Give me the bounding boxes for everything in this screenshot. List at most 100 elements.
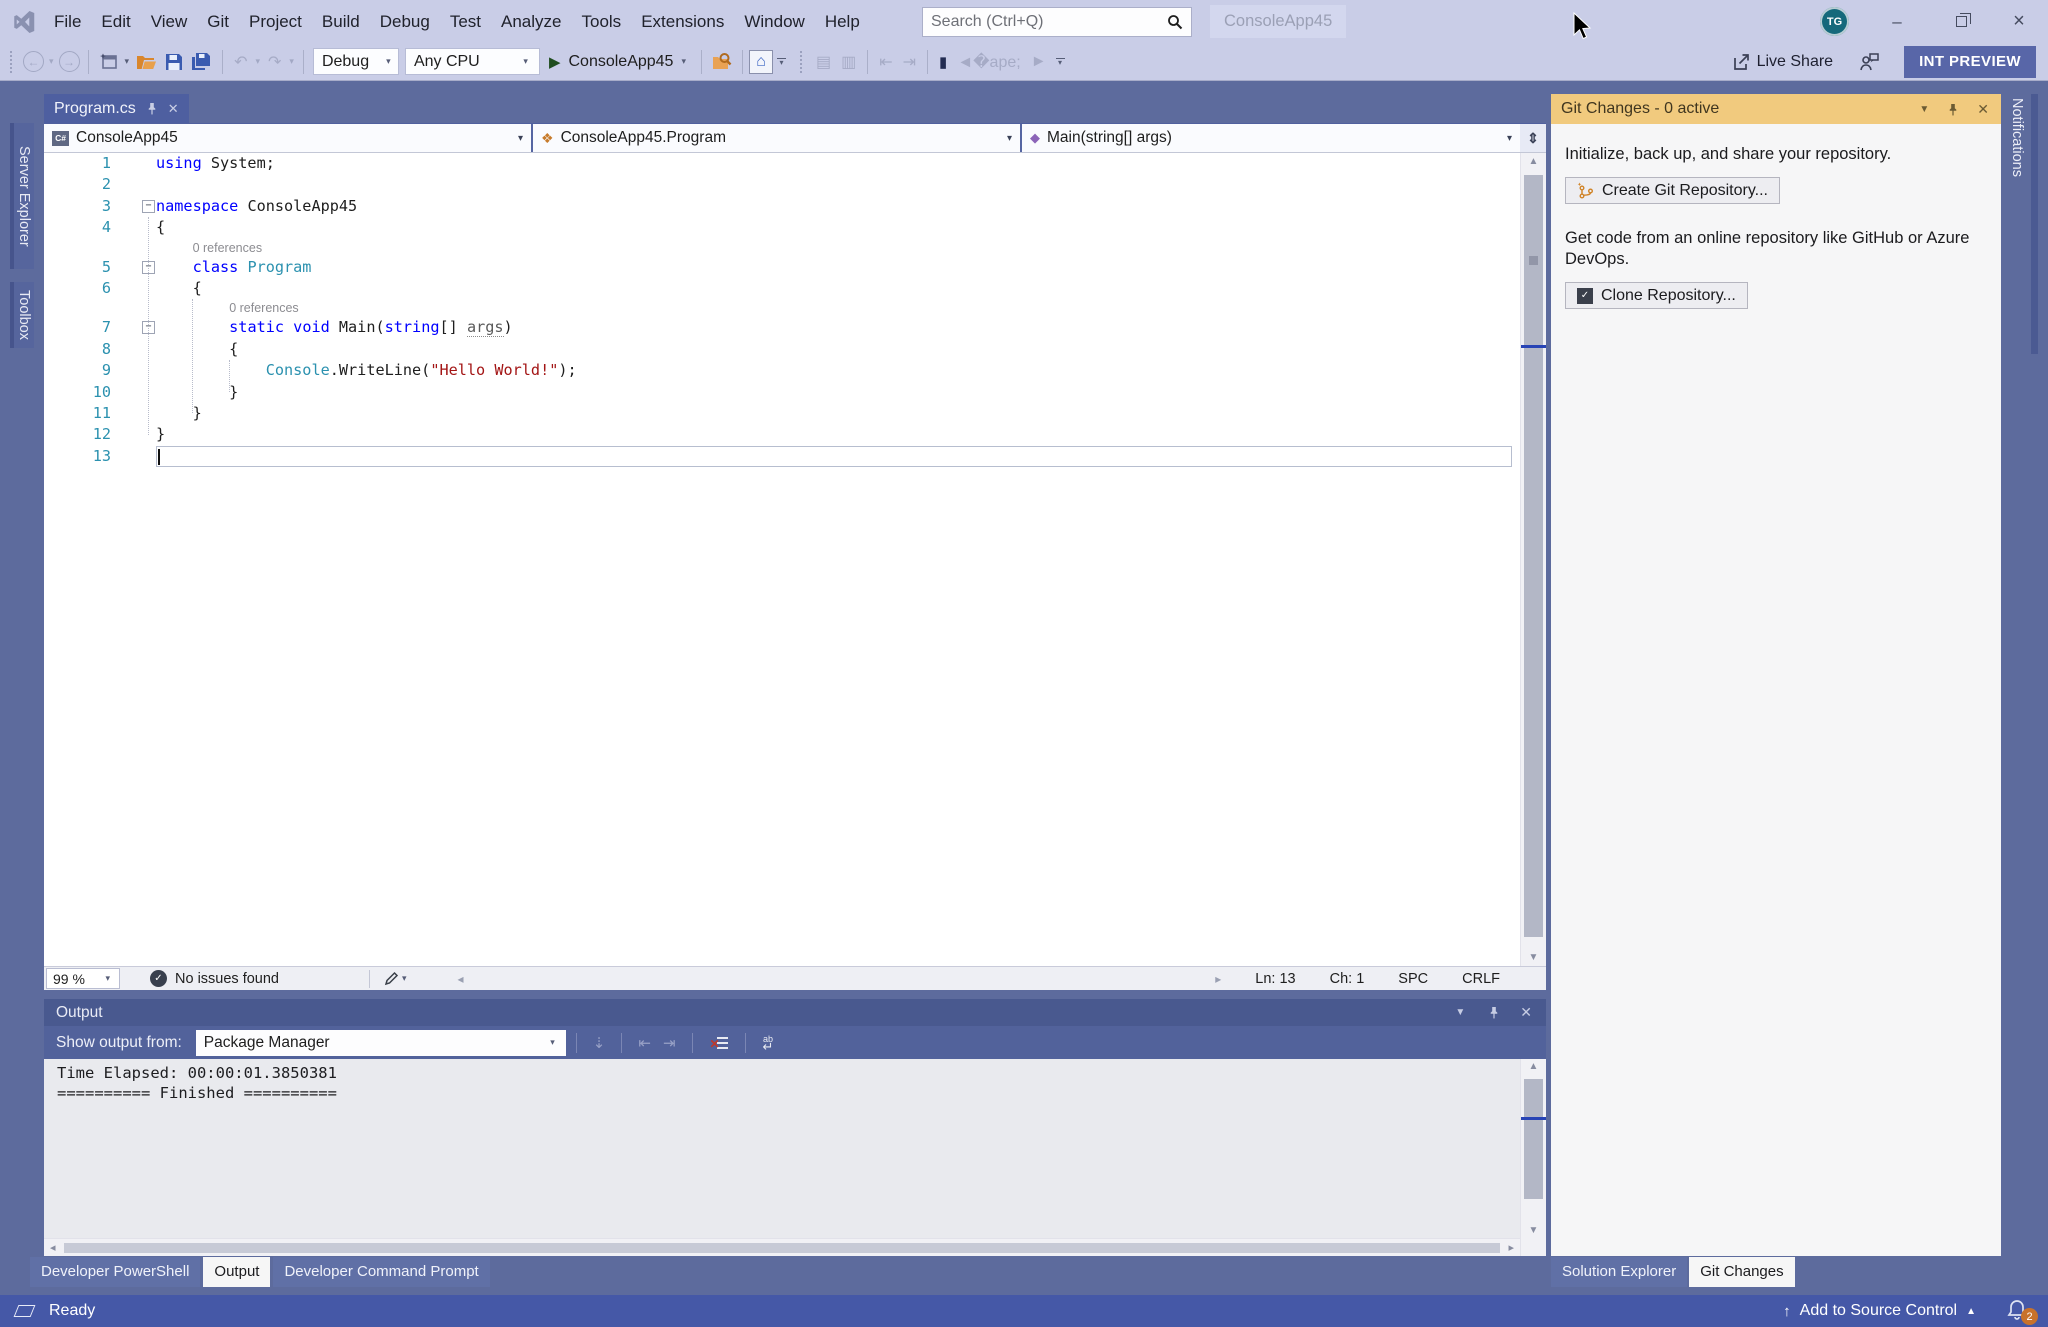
editor-vertical-scrollbar[interactable]: ▲ ▼ [1520, 153, 1546, 966]
undo-dropdown-icon[interactable]: ▾ [255, 56, 260, 67]
create-git-repository-button[interactable]: Create Git Repository... [1565, 177, 1780, 204]
goto-message-icon[interactable]: ⇣ [593, 1034, 606, 1052]
next-message-icon[interactable]: ⇥ [663, 1034, 676, 1052]
code-line[interactable]: 9 Console.WriteLine("Hello World!"); [44, 360, 1520, 381]
next-bookmark-icon[interactable]: ► [1031, 53, 1047, 71]
tab-server-explorer[interactable]: Server Explorer [10, 123, 34, 269]
pin-icon[interactable] [1488, 1006, 1500, 1019]
toolbar-overflow-icon[interactable]: ▾ [1056, 58, 1065, 66]
codelens-line[interactable]: 0 references [44, 239, 1520, 257]
collapse-region-icon[interactable] [142, 200, 155, 213]
code-line[interactable]: 13 [44, 446, 1520, 467]
undo-icon[interactable]: ↶ [234, 52, 247, 72]
solution-platform-dropdown[interactable]: Any CPU ▾ [405, 48, 540, 75]
start-debugging-button[interactable]: ▶ ConsoleApp45 ▾ [549, 53, 689, 71]
menu-project[interactable]: Project [239, 0, 312, 43]
search-input[interactable] [923, 13, 1167, 31]
scroll-left-icon[interactable]: ◂ [458, 972, 464, 986]
menu-tools[interactable]: Tools [572, 0, 632, 43]
redo-icon[interactable]: ↷ [268, 52, 281, 72]
minimize-button[interactable]: – [1880, 0, 1914, 43]
tab-output[interactable]: Output [203, 1257, 270, 1287]
tab-notifications[interactable]: Notifications [2004, 94, 2030, 254]
menu-edit[interactable]: Edit [91, 0, 140, 43]
member-dropdown[interactable]: ◆ Main(string[] args) ▾ [1022, 124, 1520, 152]
toolbar-grip-icon[interactable] [800, 51, 805, 73]
code-line[interactable]: 3namespace ConsoleApp45 [44, 196, 1520, 217]
clone-repository-button[interactable]: ✓ Clone Repository... [1565, 282, 1748, 309]
code-line[interactable]: 8 { [44, 339, 1520, 360]
notifications-bell-button[interactable]: 2 [2006, 1299, 2032, 1323]
code-line[interactable]: 2 [44, 174, 1520, 195]
chevron-up-icon[interactable]: ▲ [1966, 1306, 1976, 1317]
live-share-label[interactable]: Live Share [1757, 53, 1834, 71]
line-ending-indicator[interactable]: CRLF [1462, 971, 1500, 987]
output-source-dropdown[interactable]: Package Manager ▾ [196, 1030, 566, 1056]
code-editor[interactable]: 1using System;23namespace ConsoleApp454{… [44, 153, 1546, 966]
code-text[interactable]: } [156, 403, 1512, 424]
code-text[interactable]: namespace ConsoleApp45 [156, 196, 1512, 217]
code-text[interactable]: } [156, 424, 1512, 445]
type-dropdown[interactable]: ❖ ConsoleApp45.Program ▾ [533, 124, 1022, 152]
issues-check-icon[interactable]: ✓ [150, 970, 167, 987]
scroll-down-icon[interactable]: ▼ [1521, 952, 1546, 963]
project-dropdown[interactable]: ConsoleApp45 ▾ [44, 124, 533, 152]
add-to-source-control-button[interactable]: Add to Source Control [1800, 1302, 1957, 1320]
tab-developer-powershell[interactable]: Developer PowerShell [30, 1257, 200, 1287]
close-panel-icon[interactable]: ✕ [1977, 101, 1989, 118]
live-share-icon[interactable] [1732, 52, 1751, 71]
close-window-button[interactable]: × [2002, 0, 2036, 43]
output-panel-header[interactable]: Output ▼ ✕ [44, 999, 1546, 1026]
code-line[interactable]: 7 static void Main(string[] args) [44, 317, 1520, 338]
scroll-right-icon[interactable]: ▸ [1508, 1241, 1514, 1254]
close-tab-icon[interactable]: ✕ [168, 101, 179, 117]
menu-test[interactable]: Test [440, 0, 491, 43]
menu-window[interactable]: Window [734, 0, 814, 43]
codelens-references[interactable]: 0 references [193, 239, 262, 257]
menu-file[interactable]: File [44, 0, 91, 43]
parameter-info-icon[interactable]: ▥ [841, 52, 856, 72]
split-window-button[interactable]: ⇕ [1520, 124, 1546, 152]
menu-git[interactable]: Git [197, 0, 239, 43]
codelens-references[interactable]: 0 references [229, 299, 298, 317]
output-content[interactable]: Time Elapsed: 00:00:01.3850381 =========… [44, 1059, 1546, 1256]
find-in-files-icon[interactable] [712, 52, 732, 71]
scroll-right-icon[interactable]: ▸ [1215, 972, 1221, 986]
navigate-backward-icon[interactable]: ← [23, 51, 44, 72]
spaces-indicator[interactable]: SPC [1398, 971, 1428, 987]
pin-icon[interactable] [146, 102, 158, 115]
code-text[interactable]: { [156, 278, 1512, 299]
pin-icon[interactable] [1947, 103, 1959, 116]
code-text[interactable]: static void Main(string[] args) [156, 317, 1512, 338]
tab-toolbox[interactable]: Toolbox [10, 282, 34, 348]
tab-git-changes[interactable]: Git Changes [1689, 1257, 1794, 1287]
solution-configuration-dropdown[interactable]: Debug ▾ [313, 48, 399, 75]
decrease-indent-icon[interactable]: ⇤ [879, 52, 892, 72]
toolbar-grip-icon[interactable] [10, 51, 15, 73]
menu-build[interactable]: Build [312, 0, 370, 43]
code-line[interactable]: 11 } [44, 403, 1520, 424]
new-project-icon[interactable] [99, 52, 118, 71]
code-line[interactable]: 12} [44, 424, 1520, 445]
code-line[interactable]: 5 class Program [44, 257, 1520, 278]
zoom-dropdown[interactable]: 99 % ▾ [46, 968, 120, 989]
code-line[interactable]: 1using System; [44, 153, 1520, 174]
git-changes-header[interactable]: Git Changes - 0 active ▼ ✕ [1551, 94, 2001, 124]
increase-indent-icon[interactable]: ⇥ [903, 52, 916, 72]
toggle-bookmark-icon[interactable]: ▮ [939, 53, 947, 71]
window-position-icon[interactable]: ▼ [1919, 104, 1929, 115]
clear-all-icon[interactable]: ✕ [710, 1035, 728, 1051]
new-project-dropdown-icon[interactable]: ▾ [125, 56, 130, 67]
code-line[interactable]: 6 { [44, 278, 1520, 299]
menu-analyze[interactable]: Analyze [491, 0, 571, 43]
current-line[interactable] [156, 446, 1512, 467]
scroll-left-icon[interactable]: ◂ [50, 1241, 56, 1254]
word-wrap-icon[interactable]: ab↵ [763, 1035, 774, 1051]
scrollbar-thumb[interactable] [64, 1243, 1501, 1253]
tab-solution-explorer[interactable]: Solution Explorer [1551, 1257, 1687, 1287]
close-panel-icon[interactable]: ✕ [1520, 1004, 1532, 1021]
tab-program-cs[interactable]: Program.cs ✕ [44, 94, 189, 123]
redo-dropdown-icon[interactable]: ▾ [289, 56, 294, 67]
code-text[interactable]: using System; [156, 153, 1512, 174]
code-text[interactable]: } [156, 382, 1512, 403]
